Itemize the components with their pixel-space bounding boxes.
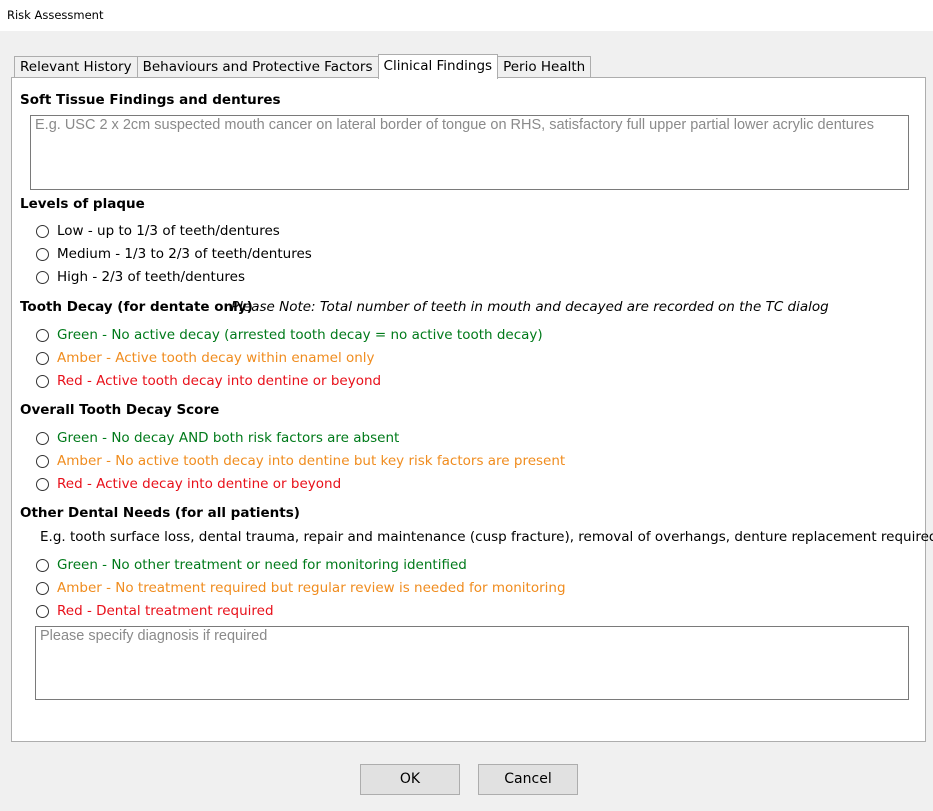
radio-button[interactable] [36, 558, 49, 572]
cancel-button[interactable]: Cancel [478, 764, 578, 795]
overall-decay-option-green[interactable]: Green - No decay AND both risk factors a… [36, 429, 399, 447]
overall-decay-option-red[interactable]: Red - Active decay into dentine or beyon… [36, 475, 341, 493]
soft-tissue-heading: Soft Tissue Findings and dentures [20, 92, 281, 108]
plaque-option-high[interactable]: High - 2/3 of teeth/dentures [36, 268, 245, 286]
overall-decay-heading: Overall Tooth Decay Score [20, 402, 220, 418]
other-needs-option-label: Red - Dental treatment required [57, 603, 274, 619]
radio-button[interactable] [36, 454, 49, 468]
tooth-decay-option-green[interactable]: Green - No active decay (arrested tooth … [36, 326, 543, 344]
overall-decay-option-label: Red - Active decay into dentine or beyon… [57, 476, 342, 492]
overall-decay-option-label: Amber - No active tooth decay into denti… [57, 453, 566, 469]
radio-button[interactable] [36, 374, 49, 388]
other-needs-heading: Other Dental Needs (for all patients) [20, 505, 300, 521]
soft-tissue-placeholder: E.g. USC 2 x 2cm suspected mouth cancer … [35, 117, 874, 133]
tooth-decay-option-label: Red - Active tooth decay into dentine or… [57, 373, 382, 389]
other-needs-option-green[interactable]: Green - No other treatment or need for m… [36, 556, 467, 574]
tooth-decay-option-label: Green - No active decay (arrested tooth … [57, 327, 543, 343]
radio-button[interactable] [36, 581, 49, 595]
plaque-option-low[interactable]: Low - up to 1/3 of teeth/dentures [36, 222, 280, 240]
tooth-decay-option-red[interactable]: Red - Active tooth decay into dentine or… [36, 372, 381, 390]
diagnosis-placeholder: Please specify diagnosis if required [40, 628, 268, 644]
tooth-decay-heading: Tooth Decay (for dentate only) [20, 299, 253, 315]
tab-strip: Relevant History Behaviours and Protecti… [14, 54, 592, 79]
ok-button[interactable]: OK [360, 764, 460, 795]
plaque-option-label: Low - up to 1/3 of teeth/dentures [57, 223, 280, 239]
radio-button[interactable] [36, 247, 49, 261]
other-needs-example: E.g. tooth surface loss, dental trauma, … [40, 529, 933, 545]
radio-button[interactable] [36, 477, 49, 491]
overall-decay-option-amber[interactable]: Amber - No active tooth decay into denti… [36, 452, 565, 470]
tab-relevant-history[interactable]: Relevant History [14, 56, 138, 78]
other-needs-option-amber[interactable]: Amber - No treatment required but regula… [36, 579, 566, 597]
other-needs-option-label: Green - No other treatment or need for m… [57, 557, 467, 573]
tab-behaviours-protective-factors[interactable]: Behaviours and Protective Factors [136, 56, 379, 78]
tooth-decay-note: Please Note: Total number of teeth in mo… [231, 299, 829, 315]
other-needs-option-red[interactable]: Red - Dental treatment required [36, 602, 274, 620]
other-needs-option-label: Amber - No treatment required but regula… [57, 580, 566, 596]
radio-button[interactable] [36, 224, 49, 238]
tooth-decay-option-amber[interactable]: Amber - Active tooth decay within enamel… [36, 349, 375, 367]
radio-button[interactable] [36, 270, 49, 284]
clinical-findings-panel: Soft Tissue Findings and dentures E.g. U… [11, 77, 933, 742]
diagnosis-input[interactable]: Please specify diagnosis if required [35, 626, 909, 700]
plaque-option-label: Medium - 1/3 to 2/3 of teeth/dentures [57, 246, 312, 262]
tooth-decay-option-label: Amber - Active tooth decay within enamel… [57, 350, 375, 366]
radio-button[interactable] [36, 431, 49, 445]
plaque-option-medium[interactable]: Medium - 1/3 to 2/3 of teeth/dentures [36, 245, 312, 263]
radio-button[interactable] [36, 328, 49, 342]
tab-clinical-findings[interactable]: Clinical Findings [377, 54, 499, 79]
soft-tissue-input[interactable]: E.g. USC 2 x 2cm suspected mouth cancer … [30, 115, 909, 190]
plaque-heading: Levels of plaque [20, 196, 145, 212]
overall-decay-option-label: Green - No decay AND both risk factors a… [57, 430, 400, 446]
tab-perio-health[interactable]: Perio Health [497, 56, 592, 78]
window-title: Risk Assessment [7, 8, 104, 22]
radio-button[interactable] [36, 351, 49, 365]
title-bar: Risk Assessment [0, 0, 933, 31]
plaque-option-label: High - 2/3 of teeth/dentures [57, 269, 245, 285]
radio-button[interactable] [36, 604, 49, 618]
